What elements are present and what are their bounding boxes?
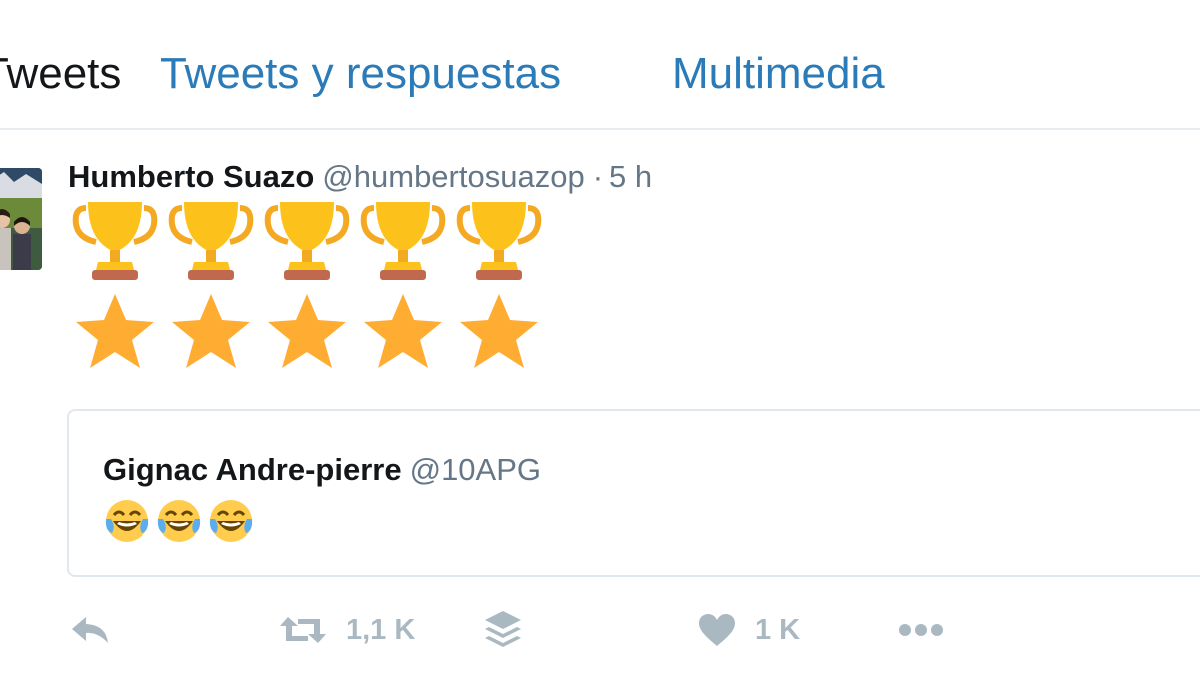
face-with-tears-of-joy-emoji [157, 500, 201, 542]
star-emoji [172, 294, 250, 368]
avatar-photo [0, 168, 42, 270]
face-with-tears-of-joy-emoji [209, 500, 253, 542]
profile-tabs: Tweets Tweets y respuestas Multimedia [0, 0, 1200, 130]
trophy-emoji [168, 202, 254, 280]
retweet-button[interactable]: 1,1 K [278, 600, 415, 660]
tweet-timestamp[interactable]: 5 h [609, 159, 652, 194]
reply-icon [72, 617, 108, 643]
star-emoji-row [72, 290, 542, 376]
reply-button[interactable] [70, 600, 112, 660]
layers-icon [485, 611, 521, 647]
buffer-button[interactable] [483, 600, 523, 660]
quoted-tweet-content [103, 497, 255, 545]
like-count: 1 K [755, 613, 801, 646]
more-icon [899, 624, 943, 636]
more-button[interactable] [897, 600, 949, 660]
retweet-count: 1,1 K [346, 613, 416, 646]
star-emoji [268, 294, 346, 368]
tab-tweets-and-replies[interactable]: Tweets y respuestas [160, 48, 561, 100]
star-emoji [364, 294, 442, 368]
quoted-tweet[interactable]: Gignac Andre-pierre @10APG [67, 409, 1200, 577]
tab-media[interactable]: Multimedia [672, 48, 885, 100]
tweet-actions: 1,1 K 1 K [0, 600, 1200, 660]
trophy-emoji [456, 202, 542, 280]
heart-icon [699, 614, 735, 646]
trophy-emoji [264, 202, 350, 280]
quoted-author-handle: @10APG [409, 452, 542, 487]
quoted-tweet-header: Gignac Andre-pierre @10APG [103, 451, 541, 489]
trophy-emoji-row [72, 198, 542, 284]
trophy-emoji [72, 202, 158, 280]
avatar[interactable] [0, 168, 42, 270]
author-name[interactable]: Humberto Suazo [68, 159, 314, 194]
trophy-emoji [360, 202, 446, 280]
tweet-header: Humberto Suazo @humbertosuazop · 5 h [68, 158, 652, 198]
author-handle[interactable]: @humbertosuazop [322, 159, 584, 194]
star-emoji [76, 294, 154, 368]
retweet-icon [280, 617, 326, 643]
quoted-author-name: Gignac Andre-pierre [103, 452, 402, 487]
face-with-tears-of-joy-emoji [105, 500, 149, 542]
star-emoji [460, 294, 538, 368]
like-button[interactable]: 1 K [697, 600, 800, 660]
tab-tweets[interactable]: Tweets [0, 48, 121, 100]
separator-dot: · [592, 159, 604, 194]
